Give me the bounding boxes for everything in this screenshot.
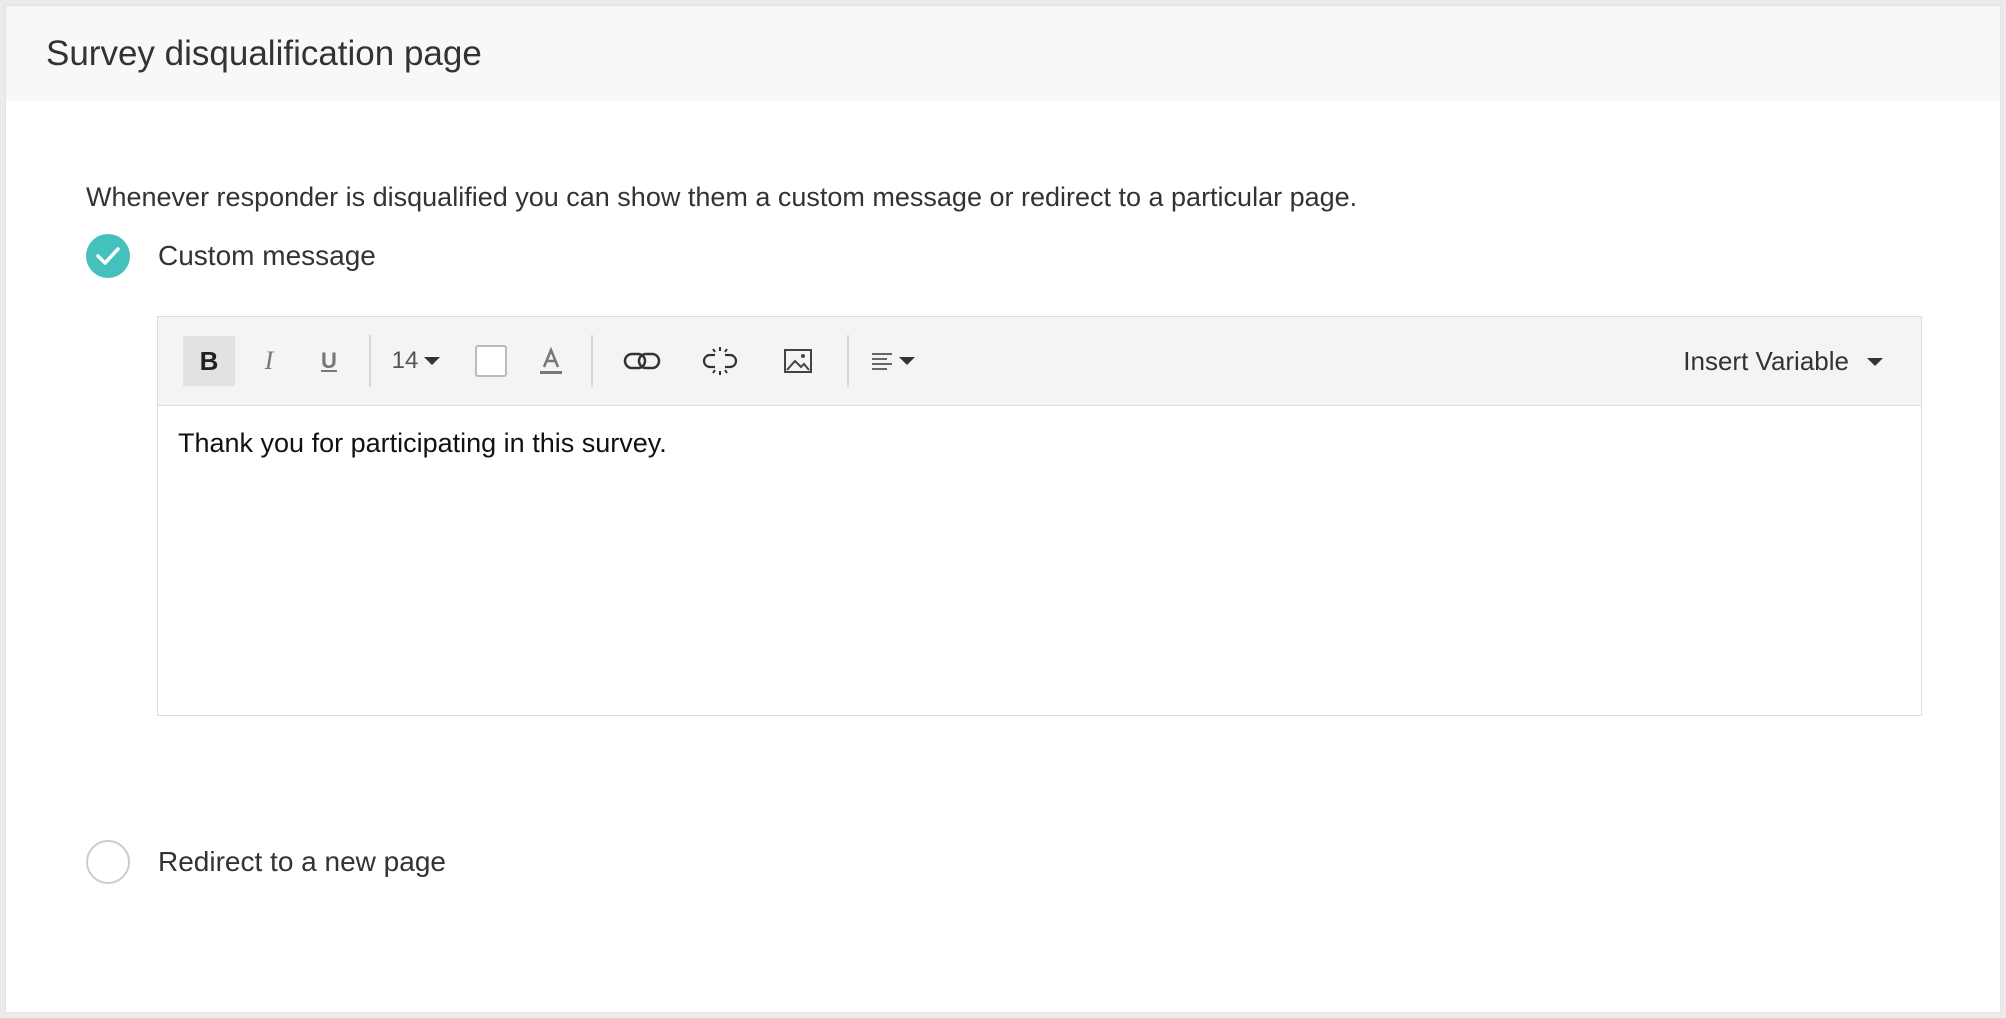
insert-image-button[interactable] [763,336,833,386]
toolbar-separator [591,335,593,387]
disqualification-panel: Survey disqualification page Whenever re… [5,5,2001,1013]
option-custom-message[interactable]: Custom message [86,234,376,278]
editor-content[interactable]: Thank you for participating in this surv… [158,406,1921,716]
rich-text-editor: B I U 14 Insert Variable Thank you for p… [157,316,1922,716]
bold-icon: B [199,345,219,376]
editor-toolbar: B I U 14 Insert Variable [158,317,1921,406]
option-redirect[interactable]: Redirect to a new page [86,840,446,884]
italic-icon: I [264,346,274,375]
italic-button[interactable]: I [243,336,295,386]
description-text: Whenever responder is disqualified you c… [86,182,1358,212]
text-color-button[interactable] [525,336,577,386]
insert-variable-dropdown[interactable]: Insert Variable [1683,317,1883,406]
chevron-down-icon [899,357,915,365]
toolbar-separator [369,335,371,387]
underline-button[interactable]: U [303,336,355,386]
panel-header: Survey disqualification page [6,6,2000,101]
custom-message-label: Custom message [158,240,376,271]
alignment-dropdown[interactable] [863,336,923,386]
chevron-down-icon [1867,357,1883,366]
check-icon [96,247,120,265]
page-title: Survey disqualification page [46,33,482,73]
align-left-icon [872,353,892,370]
background-color-icon [475,345,507,377]
insert-link-button[interactable] [607,336,677,386]
font-size-dropdown[interactable]: 14 [385,336,447,386]
remove-link-button[interactable] [685,336,755,386]
bold-button[interactable]: B [183,336,235,386]
text-color-icon [540,346,562,374]
redirect-radio[interactable] [86,840,130,884]
link-icon [623,352,661,370]
background-color-button[interactable] [465,336,517,386]
image-icon [784,349,812,373]
chevron-down-icon [424,357,441,365]
custom-message-radio[interactable] [86,234,130,278]
unlink-icon [702,347,738,375]
underline-icon: U [321,348,337,373]
toolbar-separator [847,335,849,387]
insert-variable-label: Insert Variable [1683,346,1849,376]
redirect-label: Redirect to a new page [158,846,446,877]
font-size-value: 14 [391,347,419,374]
